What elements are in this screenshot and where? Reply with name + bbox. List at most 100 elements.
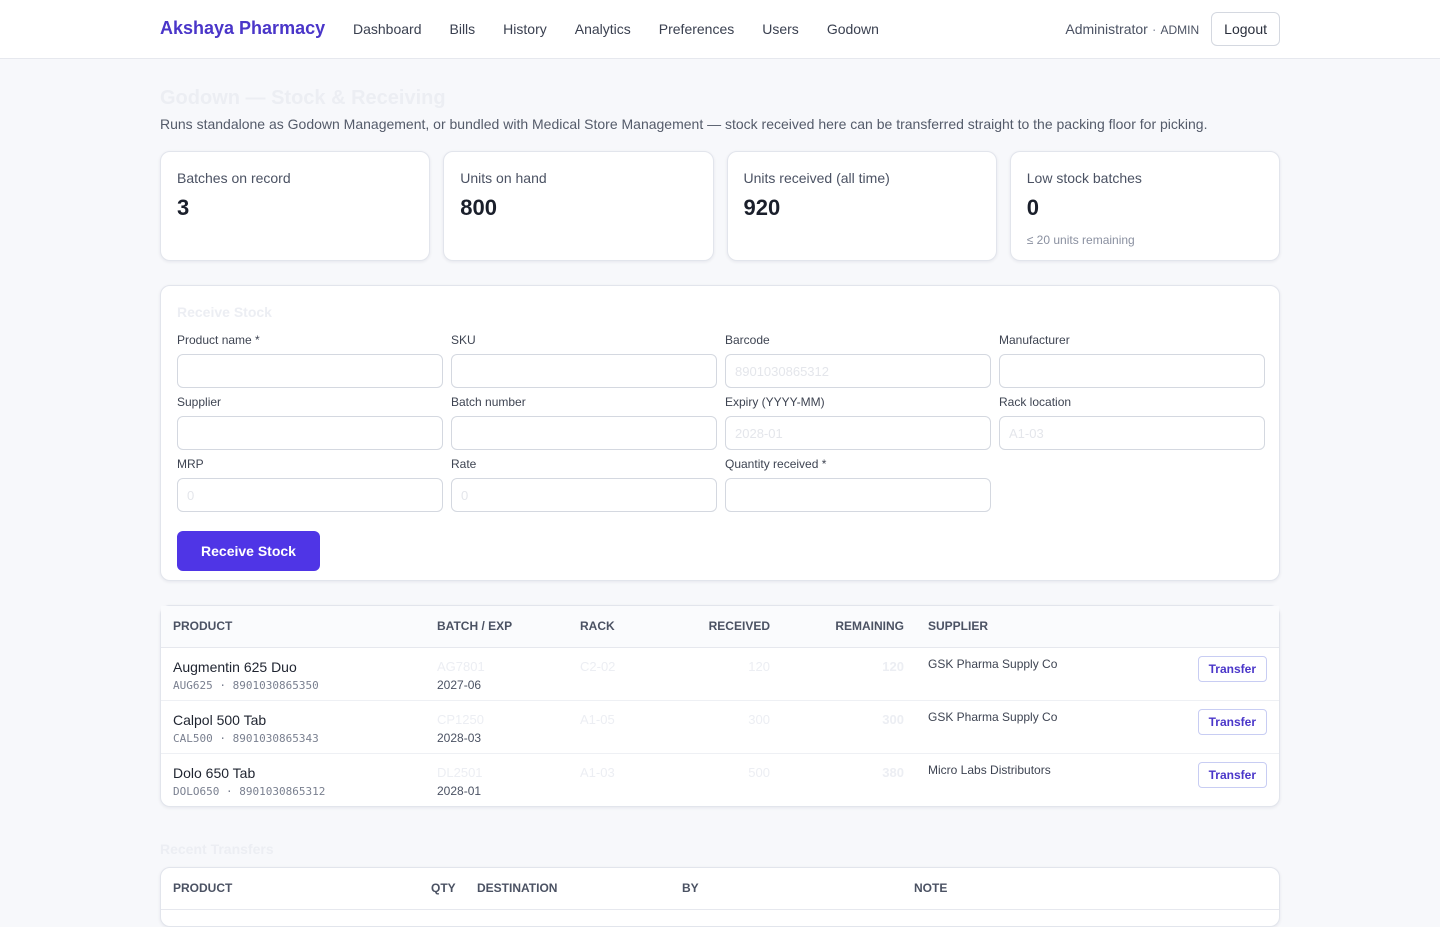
cell-action: Transfer: [1144, 753, 1279, 806]
stat-label: Batches on record: [177, 170, 291, 186]
mrp-input[interactable]: [177, 478, 443, 512]
rack-location-input[interactable]: [999, 416, 1265, 450]
recent-transfers-table: PRODUCT QTY DESTINATION BY NOTE: [161, 868, 1279, 910]
expiry: 2028-03: [437, 730, 482, 745]
user-name: Administrator: [1065, 21, 1148, 37]
transfer-button[interactable]: Transfer: [1197, 655, 1267, 682]
batch-number: DL2501: [437, 764, 483, 780]
nav-users[interactable]: Users: [762, 21, 799, 37]
cell-action: Transfer: [1144, 700, 1279, 754]
stat-value: 800: [460, 195, 497, 220]
expiry-input[interactable]: [725, 416, 991, 450]
field-product-name: Product name *: [177, 333, 443, 395]
table-header-row: PRODUCT BATCH / EXP RACK RECEIVED REMAIN…: [161, 606, 1279, 648]
cell-batch: AG7801 2027-06: [437, 647, 580, 701]
supplier-input[interactable]: [177, 416, 443, 450]
field-label: Rack location: [999, 395, 1072, 409]
stat-batches: Batches on record 3: [160, 151, 431, 261]
col-note: NOTE: [914, 868, 1279, 910]
product-name-input[interactable]: [177, 354, 443, 388]
nav-preferences[interactable]: Preferences: [659, 21, 734, 37]
brand-logo[interactable]: Akshaya Pharmacy: [160, 18, 325, 39]
field-label: Barcode: [725, 333, 770, 347]
stat-label: Units on hand: [460, 170, 547, 186]
table-row: Augmentin 625 Duo AUG625 · 8901030865350 …: [161, 647, 1279, 701]
col-product: PRODUCT: [161, 868, 431, 910]
top-bar: Akshaya Pharmacy Dashboard Bills History…: [0, 0, 1440, 59]
expiry: 2028-01: [437, 783, 482, 798]
table-row: Dolo 650 Tab DOLO650 · 8901030865312 DL25…: [161, 753, 1279, 806]
stats-row: Batches on record 3 Units on hand 800 Un…: [160, 151, 1280, 261]
col-rack: RACK: [580, 606, 660, 648]
main-nav: Dashboard Bills History Analytics Prefer…: [353, 21, 879, 37]
stat-hint: ≤ 20 units remaining: [1026, 233, 1135, 247]
cell-supplier: Micro Labs Distributors: [928, 762, 1051, 777]
cell-rack: C2-02: [580, 647, 660, 701]
field-batch-number: Batch number: [451, 395, 717, 457]
page-title: Godown — Stock & Receiving: [160, 87, 446, 109]
field-sku: SKU: [451, 333, 717, 395]
field-rate: Rate: [451, 457, 717, 519]
table-row: Calpol 500 Tab CAL500 · 8901030865343 CP1…: [161, 700, 1279, 754]
field-label: Supplier: [177, 395, 222, 409]
recent-transfers-card: PRODUCT QTY DESTINATION BY NOTE: [160, 867, 1280, 927]
product-name: Dolo 650 Tab: [173, 764, 256, 781]
stat-low-stock: Low stock batches 0 ≤ 20 units remaining: [1009, 151, 1280, 261]
stock-table-card: PRODUCT BATCH / EXP RACK RECEIVED REMAIN…: [160, 605, 1280, 807]
product-meta: DOLO650 · 8901030865312: [173, 784, 326, 798]
receive-stock-title: Receive Stock: [177, 304, 272, 320]
barcode-input[interactable]: [725, 354, 991, 388]
stat-value: 3: [177, 195, 190, 220]
col-destination: DESTINATION: [477, 868, 682, 910]
cell-remaining: 120: [770, 647, 904, 701]
nav-dashboard[interactable]: Dashboard: [353, 21, 422, 37]
nav-godown[interactable]: Godown: [827, 21, 879, 37]
cell-batch: DL2501 2028-01: [437, 753, 580, 806]
transfer-button[interactable]: Transfer: [1197, 708, 1267, 735]
cell-rack: A1-03: [580, 764, 615, 780]
product-name: Augmentin 625 Duo: [173, 658, 297, 675]
recent-transfers-title: Recent Transfers: [160, 841, 274, 857]
cell-rack: A1-05: [580, 700, 660, 754]
logout-button[interactable]: Logout: [1211, 12, 1280, 46]
batch-number-input[interactable]: [451, 416, 717, 450]
quantity-received-input[interactable]: [725, 478, 991, 512]
manufacturer-input[interactable]: [999, 354, 1265, 388]
user-box: Administrator · ADMIN Logout: [1065, 12, 1280, 46]
field-rack-location: Rack location: [999, 395, 1265, 457]
stock-table: PRODUCT BATCH / EXP RACK RECEIVED REMAIN…: [161, 606, 1279, 806]
cell-product: Augmentin 625 Duo AUG625 · 8901030865350: [161, 647, 437, 701]
col-by: BY: [682, 868, 914, 910]
transfer-button[interactable]: Transfer: [1197, 761, 1267, 788]
field-expiry: Expiry (YYYY-MM): [725, 395, 991, 457]
product-meta: CAL500 · 8901030865343: [173, 731, 319, 745]
stat-value: 920: [743, 195, 781, 220]
rate-input[interactable]: [451, 478, 717, 512]
user-info: Administrator · ADMIN: [1065, 21, 1199, 37]
batch-number: AG7801: [437, 658, 485, 674]
field-label: SKU: [451, 333, 476, 347]
col-qty: QTY: [431, 868, 477, 910]
product-name: Calpol 500 Tab: [173, 711, 267, 728]
nav-history[interactable]: History: [503, 21, 547, 37]
cell-supplier: GSK Pharma Supply Co: [904, 700, 1144, 754]
col-batch-exp: BATCH / EXP: [437, 606, 580, 648]
field-mrp: MRP: [177, 457, 443, 519]
field-label: Batch number: [451, 395, 526, 409]
stat-units-received: Units received (all time) 920: [726, 151, 997, 261]
receive-stock-button[interactable]: Receive Stock: [177, 531, 320, 571]
field-label: Rate: [451, 457, 477, 471]
sku-input[interactable]: [451, 354, 717, 388]
receive-form: Product name * SKU Barcode Manufacturer …: [177, 333, 1265, 519]
col-received: RECEIVED: [660, 606, 770, 648]
field-quantity-received: Quantity received *: [725, 457, 991, 519]
col-supplier: SUPPLIER: [904, 606, 1144, 648]
product-meta: AUG625 · 8901030865350: [173, 678, 319, 692]
nav-bills[interactable]: Bills: [450, 21, 476, 37]
batch-number: CP1250: [437, 711, 484, 727]
field-label: MRP: [177, 457, 204, 471]
nav-analytics[interactable]: Analytics: [575, 21, 631, 37]
stat-units-on-hand: Units on hand 800: [443, 151, 714, 261]
user-role: ADMIN: [1160, 23, 1200, 37]
cell-supplier: GSK Pharma Supply Co: [904, 647, 1144, 701]
